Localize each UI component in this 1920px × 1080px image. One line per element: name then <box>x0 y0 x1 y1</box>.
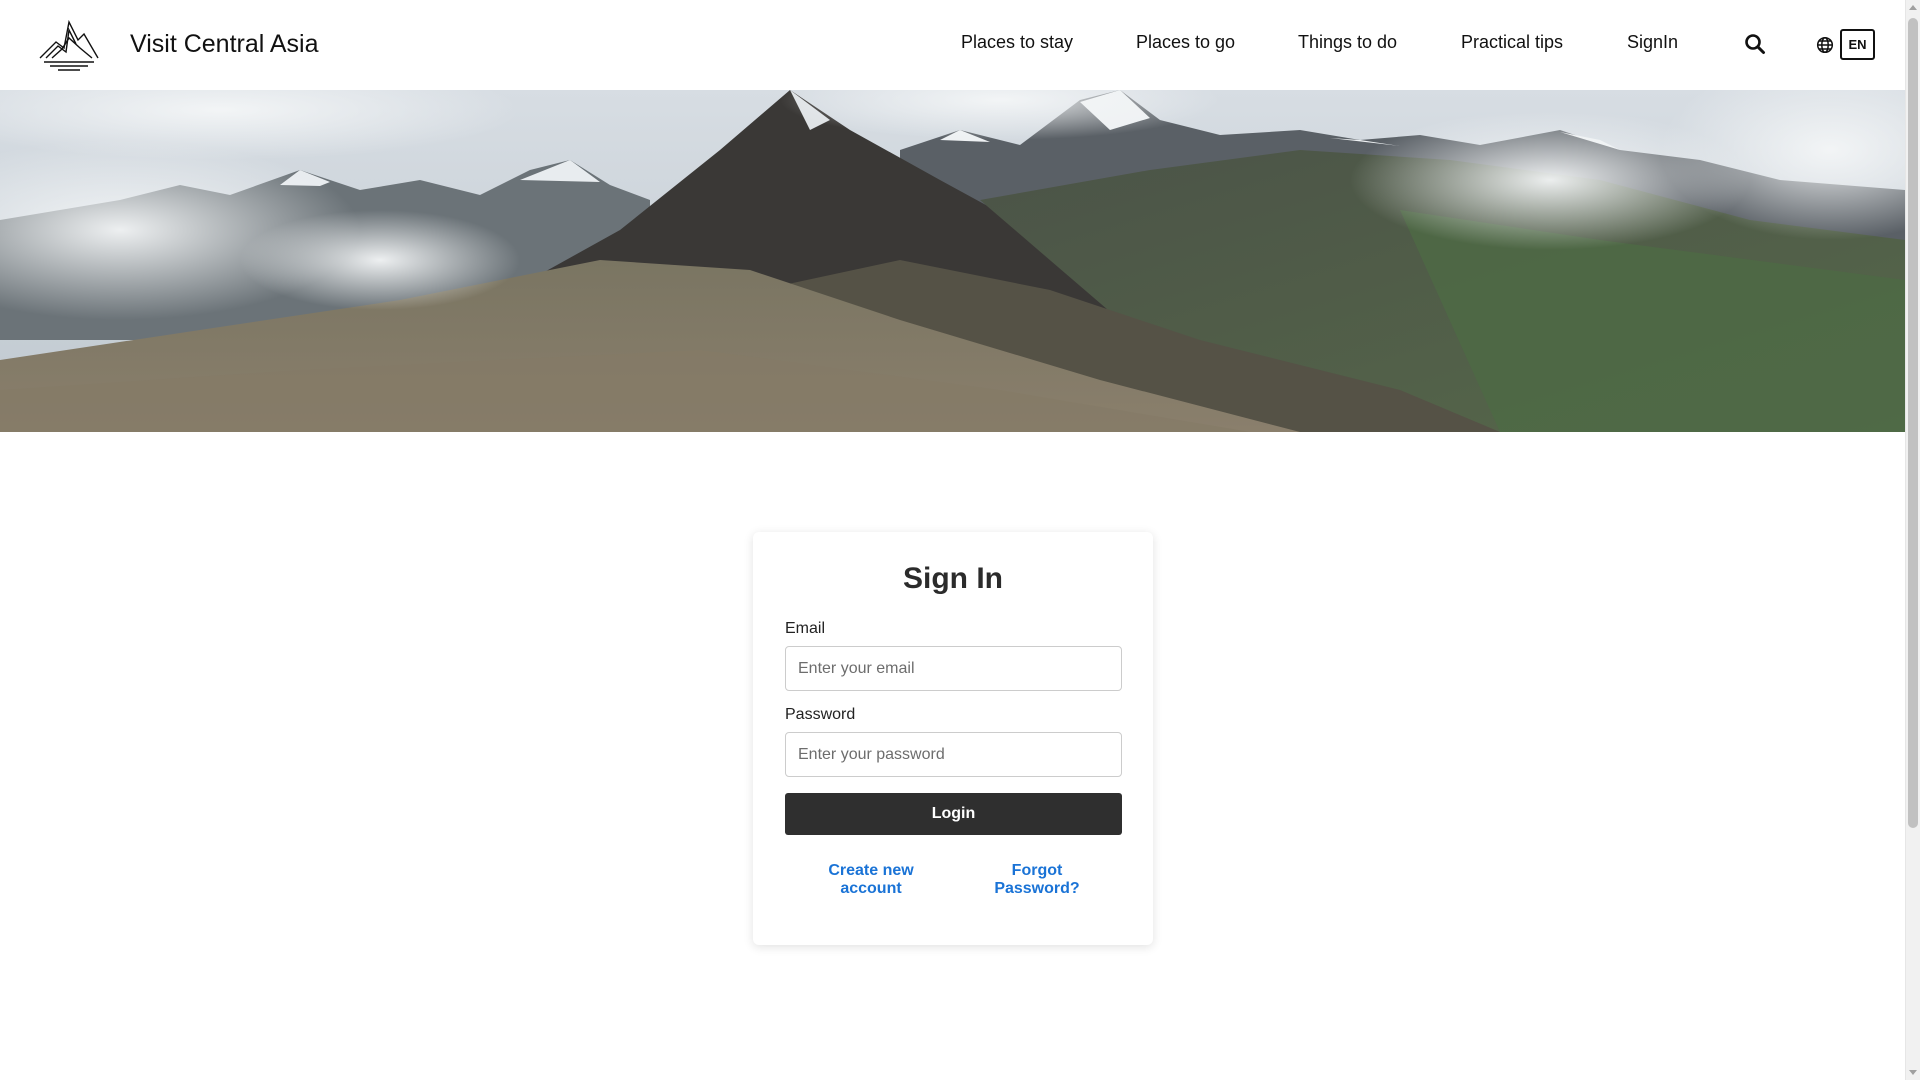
signin-title: Sign In <box>903 562 1003 595</box>
main-nav: Places to stay Places to go Things to do… <box>0 0 1905 90</box>
scroll-down-arrow-icon[interactable] <box>1909 1070 1917 1075</box>
login-button[interactable]: Login <box>785 793 1122 835</box>
email-field[interactable] <box>785 646 1122 691</box>
forgot-password-link[interactable]: Forgot Password? <box>979 862 1095 898</box>
mountain-landscape-image <box>0 90 1905 432</box>
create-account-link[interactable]: Create new account <box>811 862 931 898</box>
site-header: Visit Central Asia Places to stay Places… <box>0 0 1905 90</box>
globe-icon[interactable] <box>1816 36 1834 54</box>
password-field[interactable] <box>785 732 1122 777</box>
scroll-thumb[interactable] <box>1908 18 1918 828</box>
language-selector[interactable]: EN <box>1840 29 1875 60</box>
hero-banner <box>0 90 1905 432</box>
nav-practical-tips[interactable]: Practical tips <box>1461 32 1563 53</box>
password-label: Password <box>785 706 856 723</box>
nav-signin[interactable]: SignIn <box>1627 32 1678 53</box>
page-scrollbar[interactable] <box>1905 0 1920 1080</box>
scroll-up-arrow-icon[interactable] <box>1909 5 1917 10</box>
nav-places-to-stay[interactable]: Places to stay <box>961 32 1073 53</box>
signin-card: Sign In Email Password Login Create new … <box>753 532 1153 945</box>
nav-places-to-go[interactable]: Places to go <box>1136 32 1235 53</box>
search-icon[interactable] <box>1744 33 1766 55</box>
email-label: Email <box>785 620 826 637</box>
nav-things-to-do[interactable]: Things to do <box>1298 32 1397 53</box>
